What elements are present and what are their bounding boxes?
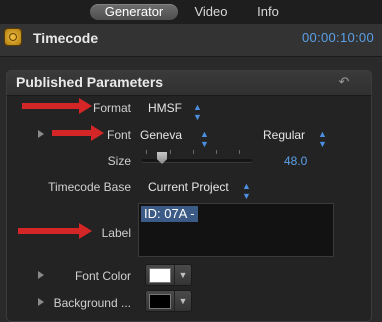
format-popup-arrows-icon[interactable]: ▲ ▼ xyxy=(193,102,202,122)
slider-tick xyxy=(146,150,147,154)
label-text-selection[interactable]: ID: 07A - xyxy=(141,206,198,222)
size-label: Size xyxy=(107,154,131,168)
generator-icon xyxy=(5,29,21,45)
tab-info[interactable]: Info xyxy=(248,4,288,20)
background-color-well[interactable]: ▼ xyxy=(145,290,192,312)
font-family-value[interactable]: Geneva xyxy=(140,128,182,142)
inspector-spacer xyxy=(0,57,382,70)
font-style-popup-arrows-icon[interactable]: ▲ ▼ xyxy=(318,129,327,149)
slider-tick xyxy=(216,150,217,154)
font-color-swatch xyxy=(149,268,171,283)
panel-title: Published Parameters xyxy=(16,74,164,90)
annotation-arrow-icon xyxy=(22,98,92,114)
font-color-label: Font Color xyxy=(74,269,131,283)
font-color-well[interactable]: ▼ xyxy=(145,264,192,286)
timecode-duration: 00:00:10:00 xyxy=(302,30,374,45)
background-color-swatch xyxy=(149,294,171,309)
font-disclosure-icon[interactable] xyxy=(38,130,44,138)
font-style-value[interactable]: Regular xyxy=(263,128,305,142)
tab-generator[interactable]: Generator xyxy=(90,4,178,20)
timecode-base-value[interactable]: Current Project xyxy=(148,180,229,194)
font-family-popup-arrows-icon[interactable]: ▲ ▼ xyxy=(200,129,209,149)
tab-video[interactable]: Video xyxy=(186,4,236,20)
slider-tick xyxy=(239,150,240,154)
format-value[interactable]: HMSF xyxy=(148,101,182,115)
background-label: Background ... xyxy=(53,296,131,310)
annotation-arrow-icon xyxy=(18,223,92,239)
slider-tick xyxy=(193,150,194,154)
background-disclosure-icon[interactable] xyxy=(38,298,44,306)
chevron-down-icon[interactable]: ▼ xyxy=(174,291,191,311)
slider-tick xyxy=(170,150,171,154)
size-value[interactable]: 48.0 xyxy=(284,154,307,168)
chevron-down-icon[interactable]: ▼ xyxy=(174,265,191,285)
generator-title: Timecode xyxy=(33,30,99,46)
timecode-base-popup-arrows-icon[interactable]: ▲ ▼ xyxy=(242,181,251,201)
font-color-disclosure-icon[interactable] xyxy=(38,271,44,279)
reset-arrow-icon[interactable]: ↶ xyxy=(337,75,351,89)
annotation-arrow-icon xyxy=(52,125,104,141)
timecode-base-label: Timecode Base xyxy=(48,180,131,194)
